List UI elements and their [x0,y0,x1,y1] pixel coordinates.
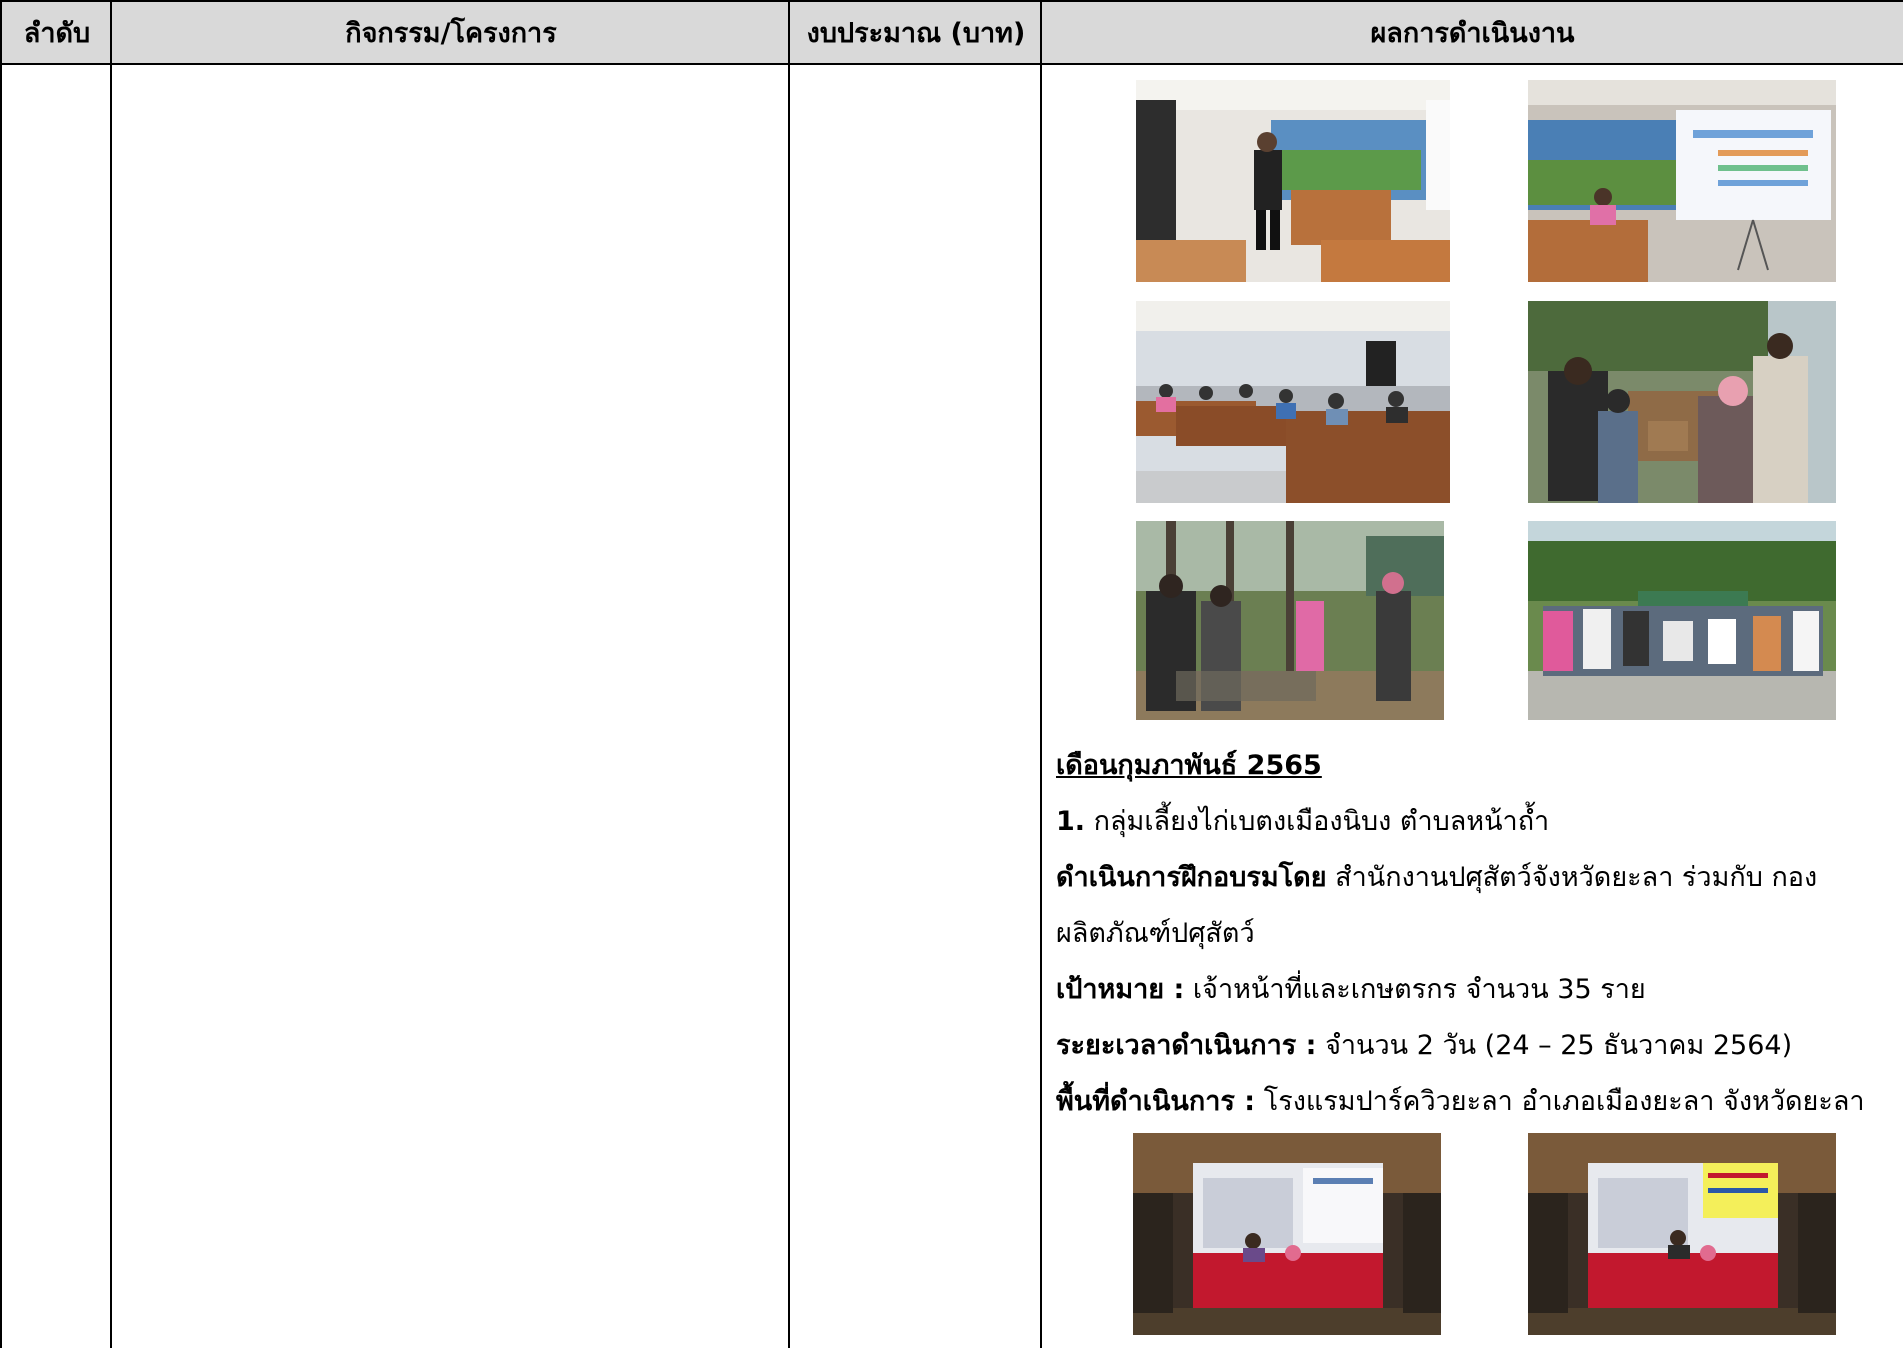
header-result: ผลการดำเนินงาน [1370,17,1575,49]
duration-text: จำนวน 2 วัน (24 – 25 ธันวาคม 2564) [1325,1030,1793,1061]
trainer-text-continued: ผลิตภัณฑ์ปศุสัตว์ [1056,918,1255,949]
table-border-left [0,0,2,1348]
photo-group-outdoor [1528,521,1836,720]
item-number: 1. [1056,806,1086,837]
area-label: พื้นที่ดำเนินการ : [1056,1086,1256,1117]
photo-presentation-screen [1528,80,1836,282]
table-border-top [0,0,1903,2]
duration-label: ระยะเวลาดำเนินการ : [1056,1030,1317,1061]
month-heading: เดือนกุมภาพันธ์ 2565 [1056,750,1322,781]
header-order: ลำดับ [23,17,91,49]
header-divider [0,63,1903,65]
header-activity: กิจกรรม/โครงการ [345,17,557,49]
column-divider [1040,0,1042,1348]
photo-field-visit-coop [1136,521,1444,720]
photo-hotel-meeting-1 [1133,1133,1441,1335]
column-divider [110,0,112,1348]
trainer-text: สำนักงานปศุสัตว์จังหวัดยะลา ร่วมกับ กอง [1335,862,1818,893]
target-label: เป้าหมาย : [1056,974,1185,1005]
area-line: พื้นที่ดำเนินการ : โรงแรมปาร์ควิวยะลา อำ… [1056,1088,1865,1115]
target-line: เป้าหมาย : เจ้าหน้าที่และเกษตรกร จำนวน 3… [1056,976,1646,1003]
photo-group-practical [1528,301,1836,503]
area-text: โรงแรมปาร์ควิวยะลา อำเภอเมืองยะลา จังหวั… [1263,1086,1865,1117]
photo-speaker-standing [1136,80,1450,282]
trainer-label: ดำเนินการฝึกอบรมโดย [1056,862,1327,893]
item-text: กลุ่มเลี้ยงไก่เบตงเมืองนิบง ตำบลหน้าถ้ำ [1093,806,1550,837]
duration-line: ระยะเวลาดำเนินการ : จำนวน 2 วัน (24 – 25… [1056,1032,1792,1059]
header-budget: งบประมาณ (บาท) [806,17,1026,49]
target-text: เจ้าหน้าที่และเกษตรกร จำนวน 35 ราย [1192,974,1646,1005]
photo-training-participants [1136,301,1450,503]
photo-hotel-meeting-2 [1528,1133,1836,1335]
result-item-line: 1. กลุ่มเลี้ยงไก่เบตงเมืองนิบง ตำบลหน้าถ… [1056,808,1549,835]
results-table: ลำดับ กิจกรรม/โครงการ งบประมาณ (บาท) ผลก… [0,0,1903,1348]
column-divider [788,0,790,1348]
trainer-line: ดำเนินการฝึกอบรมโดย สำนักงานปศุสัตว์จังห… [1056,864,1817,891]
